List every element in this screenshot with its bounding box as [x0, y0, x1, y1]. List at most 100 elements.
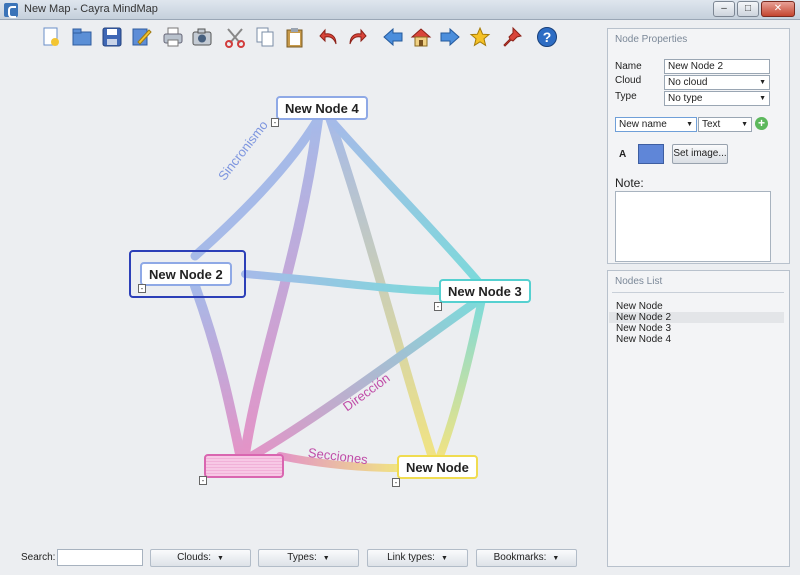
list-item[interactable]: New Node	[609, 301, 784, 312]
node-label: New Node	[406, 460, 469, 475]
save-button[interactable]	[99, 24, 125, 50]
type-select[interactable]: No type ▼	[664, 91, 770, 106]
copy-button[interactable]	[252, 24, 278, 50]
chevron-down-icon: ▼	[741, 121, 748, 128]
map-canvas[interactable]: Sincronismo Dirección Secciones New Node…	[0, 56, 605, 536]
root-node[interactable]	[204, 454, 284, 478]
chevron-down-icon: ▼	[759, 79, 766, 86]
redo-button[interactable]	[344, 24, 370, 50]
minimize-button[interactable]: –	[713, 1, 735, 17]
title-bar: New Map - Cayra MindMap – □ ✕	[0, 0, 800, 20]
window-title: New Map - Cayra MindMap	[24, 3, 158, 15]
name-field-value: New Node 2	[668, 61, 724, 72]
redo-icon	[349, 28, 367, 45]
chevron-down-icon: ▼	[686, 121, 693, 128]
new-map-button[interactable]	[38, 24, 64, 50]
collapse-toggle[interactable]: -	[271, 118, 279, 127]
bookmarks-filter-dropdown[interactable]: Bookmarks: ▼	[476, 549, 577, 567]
list-item[interactable]: New Node 4	[609, 334, 784, 345]
attribute-type-value: Text	[702, 119, 721, 130]
edit-button[interactable]	[128, 24, 154, 50]
divider	[612, 292, 784, 293]
note-textarea[interactable]	[615, 191, 771, 262]
cut-button[interactable]	[222, 24, 248, 50]
node-new-node-2[interactable]: New Node 2	[140, 262, 232, 286]
node-properties-panel: Node Properties Name New Node 2 Cloud No…	[607, 28, 790, 264]
list-item[interactable]: New Node 2	[609, 312, 784, 323]
dropdown-label: Clouds:	[177, 552, 211, 563]
collapse-toggle[interactable]: -	[199, 476, 207, 485]
nodes-list-panel: Nodes List New Node New Node 2 New Node …	[607, 270, 790, 567]
svg-text:?: ?	[543, 29, 552, 45]
print-button[interactable]	[160, 24, 186, 50]
chevron-down-icon: ▼	[440, 555, 448, 562]
chevron-down-icon: ▼	[216, 555, 224, 562]
back-button[interactable]	[380, 24, 406, 50]
node-new-node-4[interactable]: New Node 4	[276, 96, 368, 120]
help-button[interactable]: ?	[534, 24, 560, 50]
paste-button[interactable]	[282, 24, 308, 50]
chevron-down-icon: ▼	[759, 95, 766, 102]
name-field[interactable]: New Node 2	[664, 59, 770, 74]
node-label: New Node 2	[149, 267, 223, 282]
attribute-name-value: New name	[619, 119, 667, 130]
plus-icon: +	[757, 116, 765, 130]
add-attribute-button[interactable]: +	[755, 117, 768, 130]
clouds-filter-dropdown[interactable]: Clouds: ▼	[150, 549, 251, 567]
home-icon	[410, 28, 432, 47]
undo-button[interactable]	[316, 24, 342, 50]
new-map-icon	[43, 27, 59, 46]
set-image-button[interactable]: Set image...	[672, 144, 728, 164]
collapse-toggle[interactable]: -	[392, 478, 400, 487]
main-area: ? Sincronismo Dirección Secciones New No…	[0, 20, 800, 575]
name-label: Name	[615, 61, 642, 72]
maximize-button[interactable]: □	[737, 1, 759, 17]
forward-icon	[440, 27, 460, 47]
type-label: Type	[615, 91, 637, 102]
camera-icon	[192, 28, 212, 46]
search-input[interactable]	[57, 549, 143, 566]
bookmark-button[interactable]	[467, 24, 493, 50]
save-icon	[102, 27, 122, 47]
list-item[interactable]: New Node 3	[609, 323, 784, 334]
node-new-node[interactable]: New Node	[397, 455, 478, 479]
back-icon	[383, 27, 403, 47]
type-select-value: No type	[668, 93, 703, 104]
app-logo-icon	[4, 3, 18, 18]
pin-button[interactable]	[499, 24, 525, 50]
edit-icon	[132, 28, 152, 46]
node-color-swatch[interactable]	[638, 144, 664, 164]
node-label: New Node 3	[448, 284, 522, 299]
paste-icon	[286, 28, 303, 48]
chevron-down-icon: ▼	[322, 555, 330, 562]
node-label: New Node 4	[285, 101, 359, 116]
panel-title: Node Properties	[615, 34, 688, 45]
note-label: Note:	[615, 176, 644, 190]
undo-icon	[319, 28, 337, 45]
link-types-filter-dropdown[interactable]: Link types: ▼	[367, 549, 468, 567]
chevron-down-icon: ▼	[552, 555, 560, 562]
attribute-type-select[interactable]: Text ▼	[698, 117, 752, 132]
open-icon	[72, 28, 92, 46]
forward-button[interactable]	[437, 24, 463, 50]
cloud-select-value: No cloud	[668, 77, 708, 88]
cut-icon	[225, 28, 245, 48]
font-style-button[interactable]: A	[619, 149, 626, 160]
cloud-select[interactable]: No cloud ▼	[664, 75, 770, 90]
attribute-name-select[interactable]: New name ▼	[615, 117, 697, 132]
open-button[interactable]	[69, 24, 95, 50]
types-filter-dropdown[interactable]: Types: ▼	[258, 549, 359, 567]
pin-icon	[503, 26, 522, 47]
close-button[interactable]: ✕	[761, 1, 795, 17]
node-new-node-3[interactable]: New Node 3	[439, 279, 531, 303]
copy-icon	[256, 27, 274, 47]
filter-bar: Search: Clouds: ▼ Types: ▼ Link types: ▼ Bo…	[0, 542, 605, 570]
dropdown-label: Link types:	[387, 552, 435, 563]
home-button[interactable]	[408, 24, 434, 50]
collapse-toggle[interactable]: -	[434, 302, 442, 311]
panel-title: Nodes List	[615, 276, 663, 287]
help-icon: ?	[537, 27, 557, 47]
dropdown-label: Bookmarks:	[493, 552, 547, 563]
screenshot-button[interactable]	[189, 24, 215, 50]
collapse-toggle[interactable]: -	[138, 284, 146, 293]
